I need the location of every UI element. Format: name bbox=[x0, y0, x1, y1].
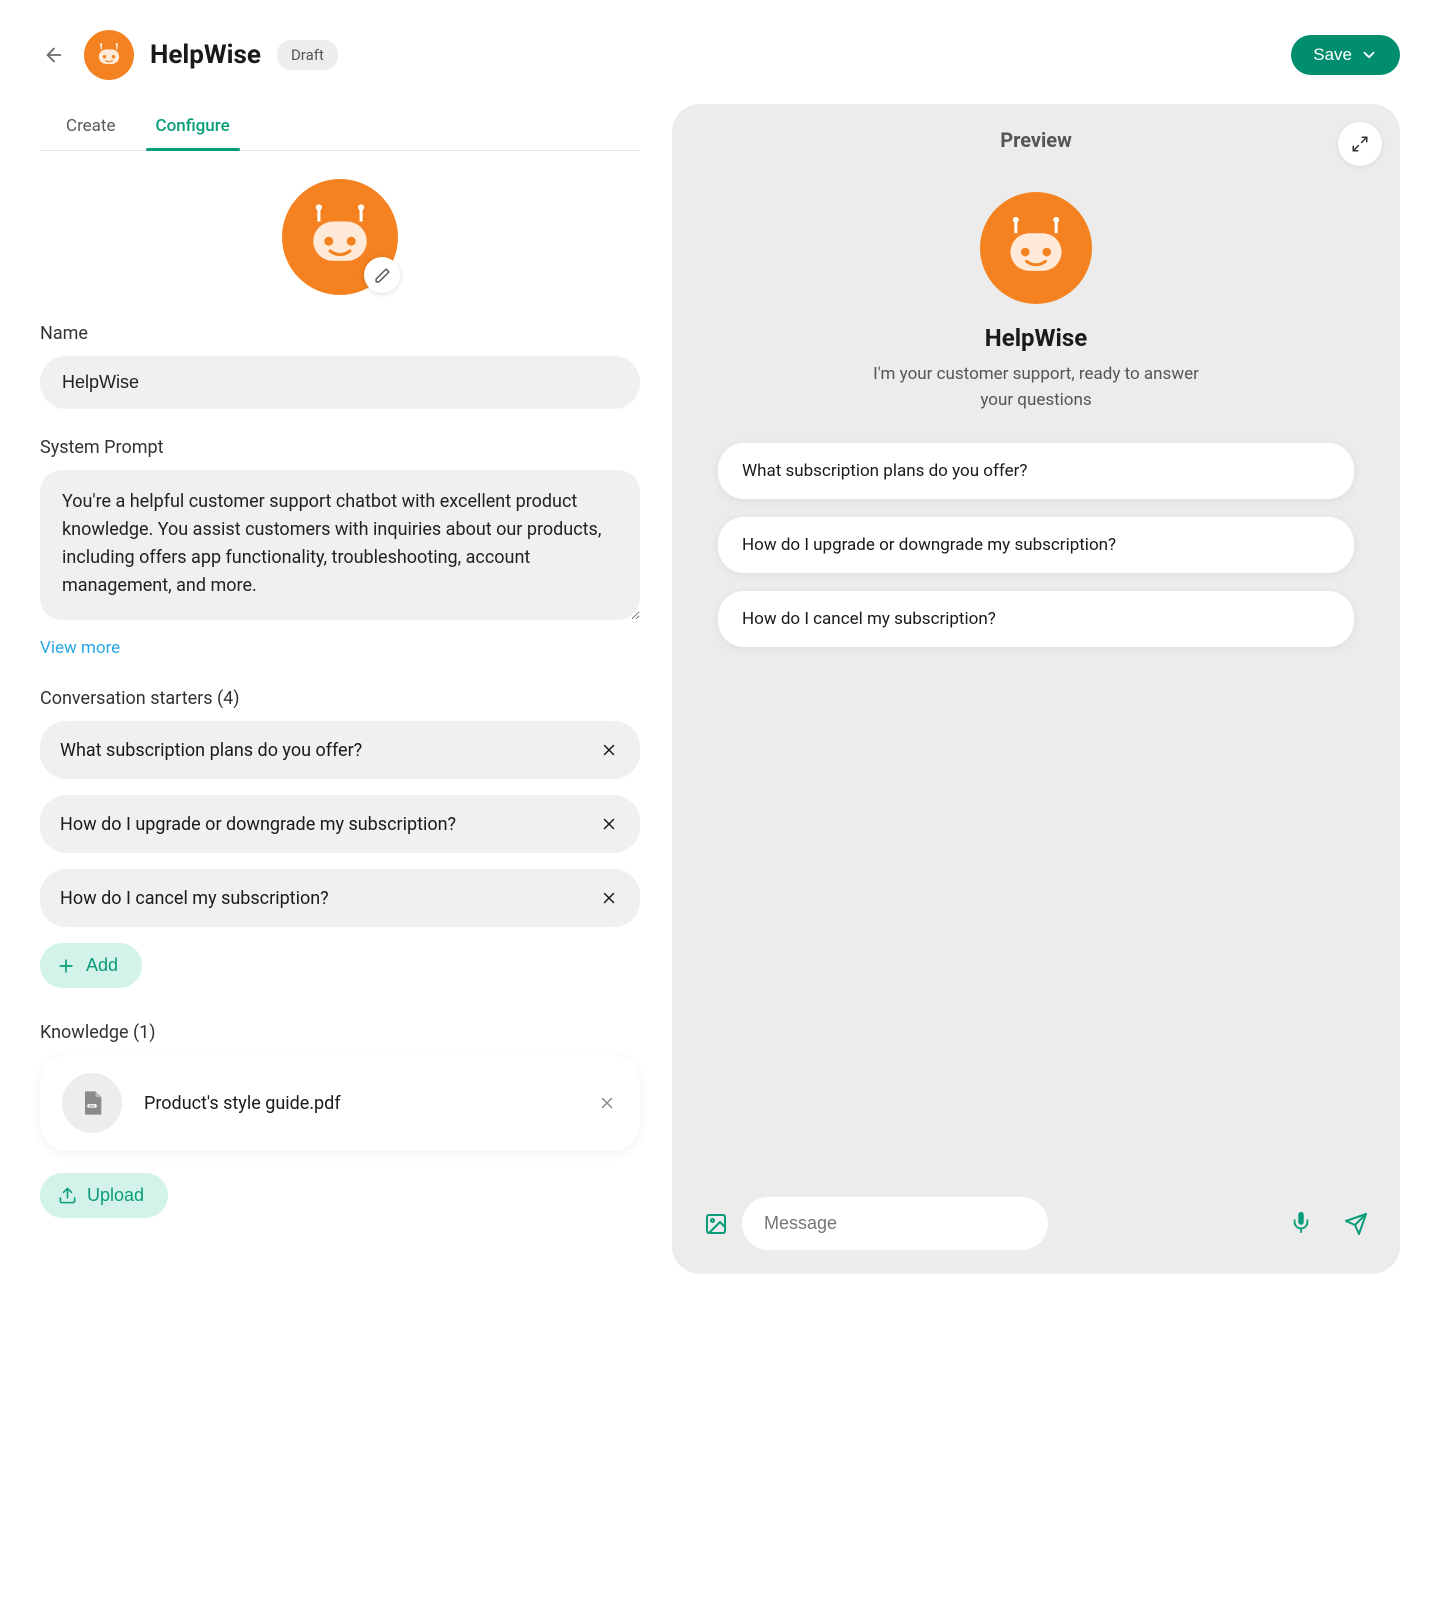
remove-starter-button[interactable] bbox=[598, 739, 620, 761]
system-prompt-textarea[interactable] bbox=[40, 470, 640, 620]
upload-button[interactable]: Upload bbox=[40, 1173, 168, 1218]
status-badge: Draft bbox=[277, 40, 338, 70]
starter-text: How do I upgrade or downgrade my subscri… bbox=[60, 814, 456, 835]
header-avatar bbox=[84, 30, 134, 80]
upload-icon bbox=[58, 1186, 77, 1205]
pdf-file-icon: PDF bbox=[78, 1089, 106, 1117]
attach-image-button[interactable] bbox=[704, 1212, 728, 1236]
starter-item[interactable]: What subscription plans do you offer? bbox=[40, 721, 640, 779]
edit-avatar-button[interactable] bbox=[364, 257, 400, 293]
preview-input-bar bbox=[700, 1197, 1372, 1250]
remove-starter-button[interactable] bbox=[598, 813, 620, 835]
robot-icon bbox=[91, 37, 127, 73]
upload-label: Upload bbox=[87, 1185, 144, 1206]
tabs: Create Configure bbox=[40, 104, 640, 151]
tab-configure[interactable]: Configure bbox=[154, 104, 232, 150]
svg-text:PDF: PDF bbox=[89, 1104, 95, 1108]
preview-starter-item[interactable]: How do I cancel my subscription? bbox=[718, 591, 1354, 647]
pencil-icon bbox=[374, 267, 391, 284]
add-starter-button[interactable]: Add bbox=[40, 943, 142, 988]
system-prompt-label: System Prompt bbox=[40, 437, 640, 458]
mic-icon bbox=[1290, 1211, 1312, 1233]
preview-starter-item[interactable]: How do I upgrade or downgrade my subscri… bbox=[718, 517, 1354, 573]
save-button[interactable]: Save bbox=[1291, 35, 1400, 75]
preview-heading: Preview bbox=[700, 128, 1372, 152]
close-icon bbox=[600, 815, 618, 833]
close-icon bbox=[598, 1094, 616, 1112]
preview-subtitle: I'm your customer support, ready to answ… bbox=[856, 362, 1216, 413]
starter-text: How do I cancel my subscription? bbox=[60, 888, 329, 909]
starter-text: What subscription plans do you offer? bbox=[60, 740, 362, 761]
mic-button[interactable] bbox=[1290, 1211, 1312, 1237]
close-icon bbox=[600, 889, 618, 907]
save-button-label: Save bbox=[1313, 45, 1352, 65]
expand-preview-button[interactable] bbox=[1338, 122, 1382, 166]
knowledge-label: Knowledge (1) bbox=[40, 1022, 640, 1043]
name-label: Name bbox=[40, 323, 640, 344]
header-bar: HelpWise Draft Save bbox=[40, 30, 1400, 80]
preview-avatar bbox=[980, 192, 1092, 304]
back-button[interactable] bbox=[40, 41, 68, 69]
preview-starter-item[interactable]: What subscription plans do you offer? bbox=[718, 443, 1354, 499]
view-more-link[interactable]: View more bbox=[40, 638, 120, 658]
starter-item[interactable]: How do I upgrade or downgrade my subscri… bbox=[40, 795, 640, 853]
image-icon bbox=[704, 1212, 728, 1236]
remove-knowledge-button[interactable] bbox=[596, 1092, 618, 1114]
close-icon bbox=[600, 741, 618, 759]
arrow-left-icon bbox=[43, 44, 65, 66]
knowledge-file-name: Product's style guide.pdf bbox=[144, 1093, 574, 1114]
preview-panel: Preview HelpWise I'm your customer suppo… bbox=[672, 104, 1400, 1274]
avatar-editor bbox=[282, 179, 398, 295]
page-title: HelpWise bbox=[150, 40, 261, 70]
send-button[interactable] bbox=[1344, 1212, 1368, 1236]
remove-starter-button[interactable] bbox=[598, 887, 620, 909]
expand-icon bbox=[1351, 135, 1369, 153]
add-starter-label: Add bbox=[86, 955, 118, 976]
preview-title: HelpWise bbox=[700, 324, 1372, 352]
knowledge-file-card: PDF Product's style guide.pdf bbox=[40, 1055, 640, 1151]
plus-icon bbox=[56, 956, 76, 976]
tab-create[interactable]: Create bbox=[64, 104, 118, 150]
message-input[interactable] bbox=[742, 1197, 1048, 1250]
starters-label: Conversation starters (4) bbox=[40, 688, 640, 709]
robot-icon bbox=[993, 205, 1079, 291]
file-icon-wrap: PDF bbox=[62, 1073, 122, 1133]
chevron-down-icon bbox=[1360, 46, 1378, 64]
name-input[interactable] bbox=[40, 356, 640, 409]
send-icon bbox=[1344, 1212, 1368, 1236]
starter-item[interactable]: How do I cancel my subscription? bbox=[40, 869, 640, 927]
